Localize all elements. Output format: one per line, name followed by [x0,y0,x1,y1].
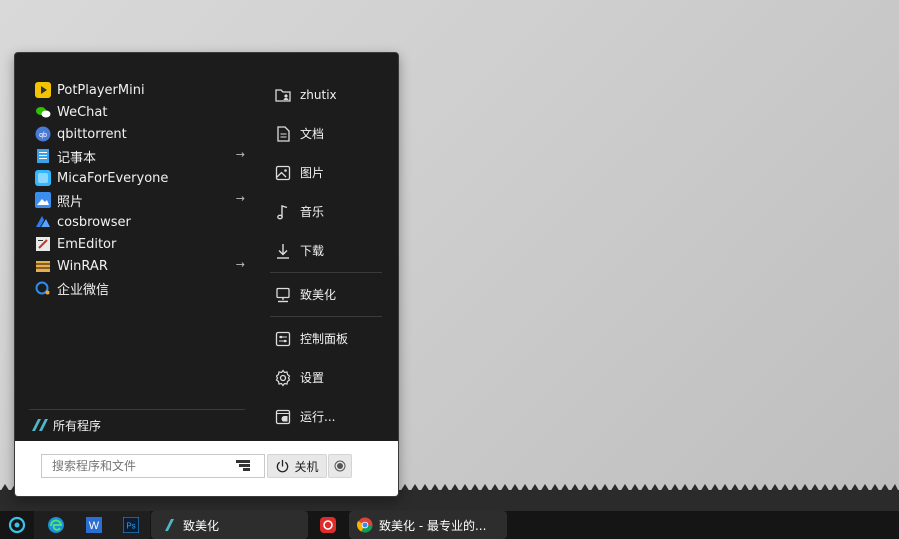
app-item-5[interactable]: 照片 → [35,189,245,211]
wechat-icon [35,104,51,120]
app-item-8[interactable]: WinRAR → [35,255,245,277]
place-item-label: 控制面板 [300,332,349,346]
app-item-9[interactable]: 企业微信 [35,277,245,299]
place-item-label: 下载 [300,244,325,258]
start-bottom-bar: 关机 [15,441,398,496]
app-item-label: MicaForEveryone [57,170,169,186]
potplayer-icon [35,82,51,98]
photos-icon [35,192,51,208]
app-item-7[interactable]: EmEditor [35,233,245,255]
computer-icon [276,287,290,302]
svg-text:Ps: Ps [126,522,135,531]
place-item-8[interactable]: 运行... [270,397,382,436]
taskbar-task-browser[interactable]: 致美化 - 最专业的... [349,511,507,539]
app-item-6[interactable]: cosbrowser [35,211,245,233]
place-item-3[interactable]: 音乐 [270,192,382,231]
netease-music-icon[interactable] [318,515,338,535]
wecom-icon [35,280,51,296]
taskbar-task-label: 致美化 [183,518,220,533]
place-item-0[interactable]: zhutix [270,75,382,114]
app-item-1[interactable]: WeChat [35,101,245,123]
app-item-4[interactable]: MicaForEveryone [35,167,245,189]
search-input[interactable] [41,454,265,478]
taskbar-task-label: 致美化 - 最专业的... [379,518,487,533]
shutdown-label: 关机 [294,459,319,474]
taskbar-task-zhutix[interactable]: 致美化 [151,511,308,539]
shutdown-button[interactable]: 关机 [267,454,327,478]
app-item-label: 企业微信 [57,282,110,298]
app-item-label: qbittorrent [57,126,127,142]
place-item-label: zhutix [300,87,337,102]
all-programs-button[interactable]: 所有程序 [29,409,245,440]
places-separator [270,316,382,317]
mica-icon [35,170,51,186]
svg-text:W: W [89,520,100,532]
cosbrowser-icon [35,214,51,230]
winrar-icon [35,258,51,274]
place-item-label: 音乐 [300,205,325,219]
place-item-label: 文档 [300,127,325,141]
app-item-label: PotPlayerMini [57,82,145,98]
submenu-arrow-icon[interactable]: → [236,148,245,161]
place-item-2[interactable]: 图片 [270,153,382,192]
app-item-label: WinRAR [57,258,108,274]
run-icon [275,409,291,424]
all-programs-label: 所有程序 [53,418,102,433]
app-item-label: WeChat [57,104,108,120]
app-item-label: cosbrowser [57,214,131,230]
app-item-0[interactable]: PotPlayerMini [35,79,245,101]
app-item-label: 记事本 [57,150,97,166]
place-item-label: 致美化 [300,288,337,302]
submenu-arrow-icon[interactable]: → [236,192,245,205]
control-panel-icon [275,331,291,346]
edge-icon[interactable] [46,515,66,535]
all-programs-icon [32,419,48,431]
search-go-icon[interactable] [235,457,251,473]
photoshop-icon[interactable]: Ps [121,515,141,535]
place-item-label: 设置 [300,371,325,385]
power-icon [277,459,289,472]
app-list: PotPlayerMini WeChat qb qbittorrent 记事本 → Mica… [35,79,245,299]
place-item-6[interactable]: 控制面板 [270,319,382,358]
place-item-5[interactable]: 致美化 [270,275,382,314]
music-icon [277,204,288,219]
place-item-label: 运行... [300,410,336,424]
emeditor-icon [35,236,51,252]
app-item-label: EmEditor [57,236,117,252]
record-icon [334,460,346,472]
picture-icon [275,165,291,180]
qbittorrent-icon: qb [35,126,51,142]
app-item-label: 照片 [57,194,84,210]
chrome-icon [357,517,373,533]
place-item-7[interactable]: 设置 [270,358,382,397]
download-icon [277,243,289,259]
gear-icon [275,369,291,386]
power-options-button[interactable] [328,454,352,478]
app-item-3[interactable]: 记事本 → [35,145,245,167]
places-separator [270,272,382,273]
places-list: zhutix 文档图片音乐下载致美化控制面板设置运行... [270,75,382,436]
submenu-arrow-icon[interactable]: → [236,258,245,271]
start-orb-icon[interactable] [7,515,27,535]
start-menu: PotPlayerMini WeChat qb qbittorrent 记事本 → Mica… [14,52,399,497]
place-item-label: 图片 [300,166,325,180]
place-item-1[interactable]: 文档 [270,114,382,153]
user-folder-icon [275,88,291,102]
word-icon[interactable]: W [84,515,104,535]
app-item-2[interactable]: qb qbittorrent [35,123,245,145]
document-icon [277,125,290,142]
svg-text:qb: qb [39,132,47,139]
notepad-icon [35,148,51,164]
zhutix-icon [161,517,177,533]
place-item-4[interactable]: 下载 [270,231,382,270]
taskbar: W Ps 致美化 致美化 - 最专业的... [0,511,899,539]
